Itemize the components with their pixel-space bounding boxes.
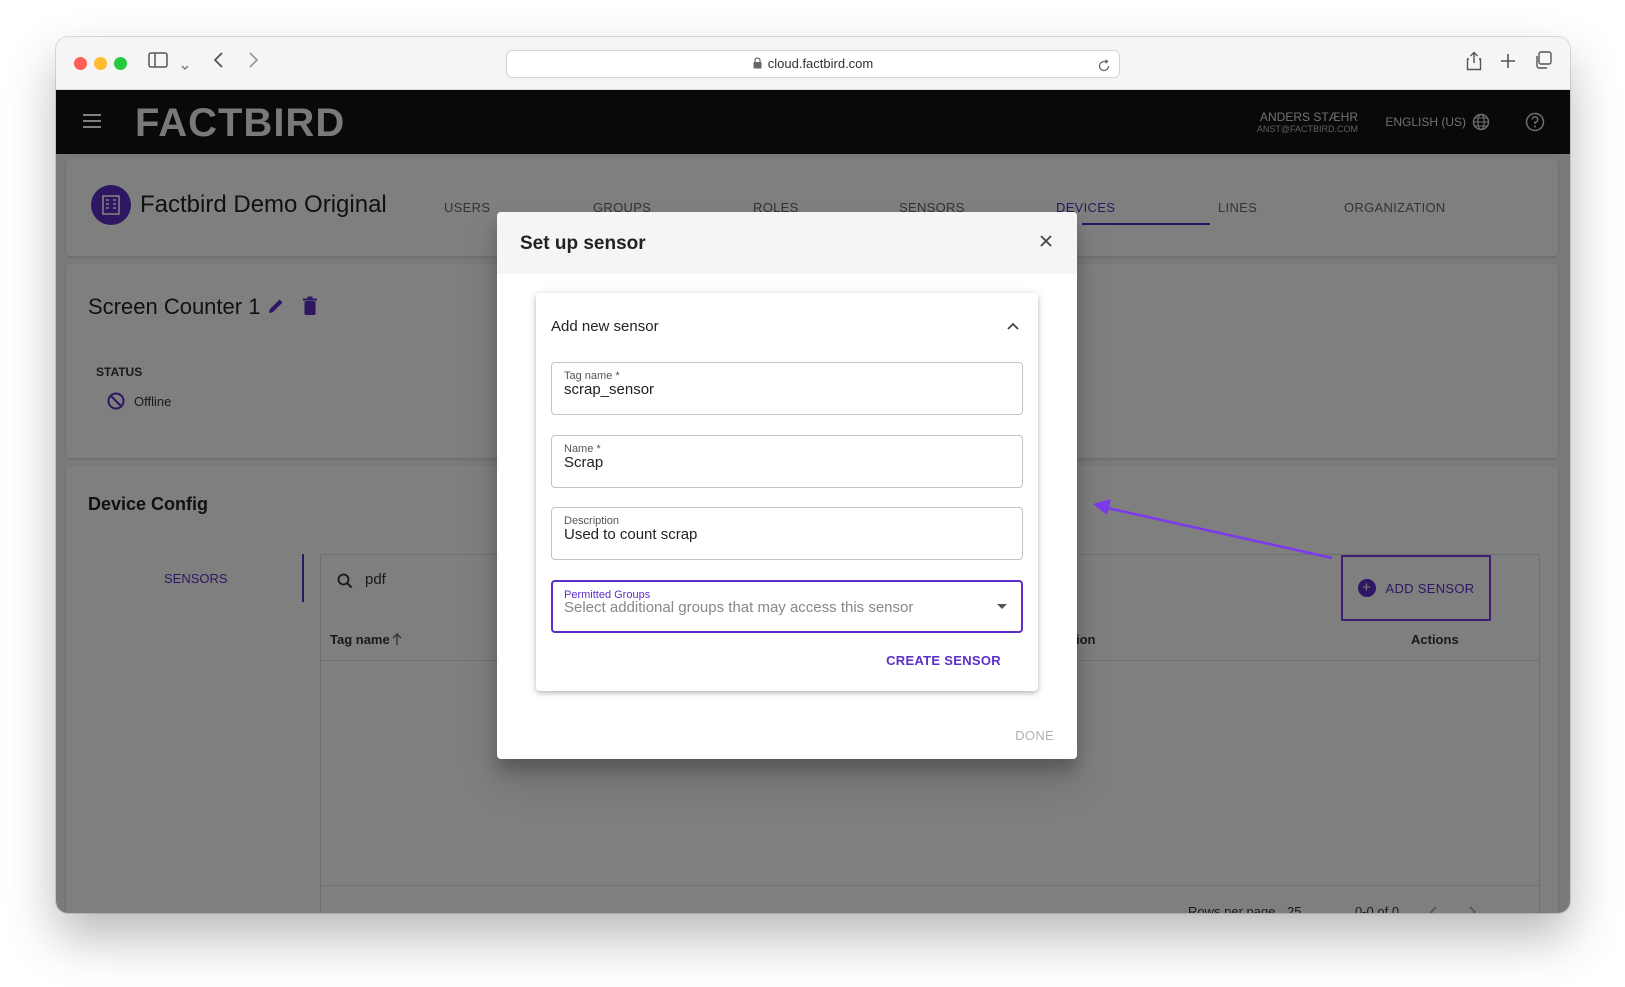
permitted-groups-select[interactable]: Permitted Groups Select additional group… — [551, 580, 1023, 633]
description-field[interactable]: Description Used to count scrap — [551, 507, 1023, 560]
create-sensor-button[interactable]: CREATE SENSOR — [886, 653, 1001, 668]
lock-icon — [753, 52, 762, 78]
setup-sensor-dialog: Set up sensor Add new sensor Tag name * … — [497, 212, 1077, 759]
add-new-sensor-panel: Add new sensor Tag name * scrap_sensor N… — [536, 293, 1038, 691]
forward-icon[interactable] — [246, 51, 260, 75]
url-text: cloud.factbird.com — [767, 56, 874, 71]
dropdown-caret-icon[interactable] — [997, 604, 1007, 609]
name-field[interactable]: Name * Scrap — [551, 435, 1023, 488]
close-icon[interactable] — [1039, 234, 1053, 253]
permitted-groups-placeholder[interactable]: Select additional groups that may access… — [564, 599, 913, 616]
address-bar[interactable]: cloud.factbird.com — [506, 50, 1120, 78]
browser-toolbar: cloud.factbird.com — [56, 37, 1570, 90]
close-window-button[interactable] — [74, 57, 87, 70]
description-input[interactable]: Used to count scrap — [564, 526, 697, 543]
reload-icon[interactable] — [1097, 56, 1111, 82]
factbird-app: FACTBIRD ANDERS STÆHR ANST@FACTBIRD.COM … — [56, 90, 1570, 913]
name-input[interactable]: Scrap — [564, 454, 603, 471]
browser-window: cloud.factbird.com FACTBIRD ANDERS STÆHR… — [56, 37, 1570, 913]
done-button[interactable]: DONE — [1015, 728, 1054, 743]
new-tab-icon[interactable] — [1500, 51, 1516, 75]
share-icon[interactable] — [1466, 51, 1482, 77]
tag-name-field[interactable]: Tag name * scrap_sensor — [551, 362, 1023, 415]
tabs-overview-icon[interactable] — [1534, 51, 1552, 75]
sidebar-toggle-icon[interactable] — [148, 51, 168, 75]
dialog-title: Set up sensor — [520, 233, 646, 254]
chevron-down-icon[interactable] — [180, 55, 190, 79]
chevron-up-icon[interactable] — [1006, 318, 1020, 336]
dialog-header: Set up sensor — [497, 212, 1077, 274]
minimize-window-button[interactable] — [94, 57, 107, 70]
back-icon[interactable] — [212, 51, 226, 75]
panel-title[interactable]: Add new sensor — [551, 318, 659, 335]
tag-name-input[interactable]: scrap_sensor — [564, 381, 654, 398]
maximize-window-button[interactable] — [114, 57, 127, 70]
